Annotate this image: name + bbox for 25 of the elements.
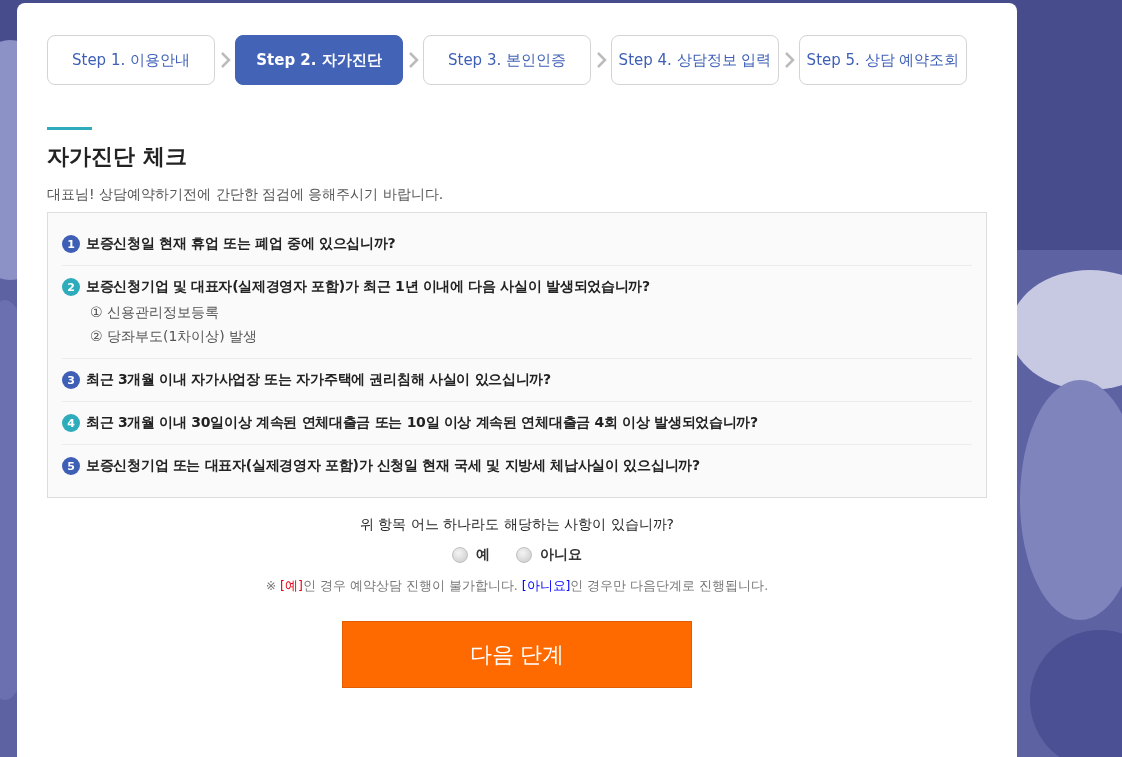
step-tab[interactable]: Step 4. 상담정보 입력 bbox=[611, 35, 779, 85]
question-text: 보증신청일 현재 휴업 또는 폐업 중에 있으십니까? bbox=[86, 235, 396, 253]
number-badge: 5 bbox=[62, 457, 80, 475]
radio-option[interactable]: 예 bbox=[452, 546, 490, 564]
step-tab[interactable]: Step 5. 상담 예약조회 bbox=[799, 35, 967, 85]
number-badge: 3 bbox=[62, 371, 80, 389]
radio-button[interactable] bbox=[516, 547, 532, 563]
step-tab[interactable]: Step 2. 자가진단 bbox=[235, 35, 403, 85]
number-badge: 1 bbox=[62, 235, 80, 253]
radio-button[interactable] bbox=[452, 547, 468, 563]
intro-text: 대표님! 상담예약하기전에 간단한 점검에 응해주시기 바랍니다. bbox=[47, 186, 445, 204]
sub-item: ① 신용관리정보등록 bbox=[90, 304, 220, 322]
question-text: 보증신청기업 또는 대표자(실제경영자 포함)가 신청일 현재 국세 및 지방세 체납사실이 있으십니까? bbox=[86, 457, 700, 475]
radio-option[interactable]: 아니요 bbox=[516, 546, 582, 564]
section-title: 자가진단 체크 bbox=[47, 143, 188, 171]
sub-item: ② 당좌부도(1차이상) 발생 bbox=[90, 328, 259, 346]
step-tab[interactable]: Step 1. 이용안내 bbox=[47, 35, 215, 85]
question-text: 최근 3개월 이내 자가사업장 또는 자가주택에 권리침해 사실이 있으십니까? bbox=[86, 371, 551, 389]
question-text: 최근 3개월 이내 30일이상 계속된 연체대출금 또는 10일 이상 계속된 연체대출금 4회 이상 발생되었습니까? bbox=[86, 414, 758, 432]
number-badge: 2 bbox=[62, 278, 80, 296]
step-tab[interactable]: Step 3. 본인인증 bbox=[423, 35, 591, 85]
question-text: 보증신청기업 및 대표자(실제경영자 포함)가 최근 1년 이내에 다음 사실이 발생되었습니까? bbox=[86, 278, 650, 296]
number-badge: 4 bbox=[62, 414, 80, 432]
prompt-text: 위 항목 어느 하나라도 해당하는 사항이 있습니까? bbox=[358, 516, 676, 534]
notice-text: ※ [예]인 경우 예약상담 진행이 불가합니다. [아니요]인 경우만 다음단계로 진행됩니다. bbox=[264, 578, 770, 595]
